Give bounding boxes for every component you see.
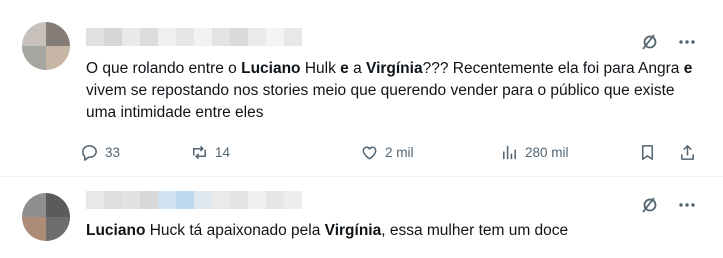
author-name-redacted[interactable] xyxy=(86,28,302,46)
bookmark-button[interactable] xyxy=(638,143,657,162)
views-button[interactable]: 280 mil xyxy=(500,143,569,162)
views-icon xyxy=(503,145,516,159)
share-button[interactable] xyxy=(678,143,697,162)
avatar[interactable] xyxy=(22,22,70,70)
more-icon[interactable] xyxy=(677,195,697,215)
bookmark-icon xyxy=(641,144,654,160)
grok-icon[interactable] xyxy=(639,195,659,215)
like-button[interactable]: 2 mil xyxy=(360,143,414,162)
reply-icon xyxy=(82,144,97,161)
share-icon xyxy=(681,144,694,160)
tweet-text: Luciano Huck tá apaixonado pela Virgínia… xyxy=(86,222,569,239)
like-icon xyxy=(362,146,377,159)
tweet[interactable]: O que rolando entre o Luciano Hulk e a V… xyxy=(0,0,723,177)
tweet-actions: 33 14 2 mil 280 mil xyxy=(80,141,697,163)
reply-button[interactable]: 33 xyxy=(80,143,120,162)
tweet-text: O que rolando entre o Luciano Hulk e a V… xyxy=(86,60,693,121)
repost-count: 14 xyxy=(215,144,231,160)
more-icon[interactable] xyxy=(677,32,697,52)
grok-icon[interactable] xyxy=(639,32,659,52)
like-count: 2 mil xyxy=(385,144,414,160)
repost-button[interactable]: 14 xyxy=(190,143,230,162)
repost-icon xyxy=(193,145,206,159)
views-count: 280 mil xyxy=(525,144,569,160)
reply-count: 33 xyxy=(105,144,121,160)
author-name-redacted[interactable] xyxy=(86,191,302,209)
avatar[interactable] xyxy=(22,193,70,241)
tweet[interactable]: Luciano Huck tá apaixonado pela Virgínia… xyxy=(0,177,723,258)
